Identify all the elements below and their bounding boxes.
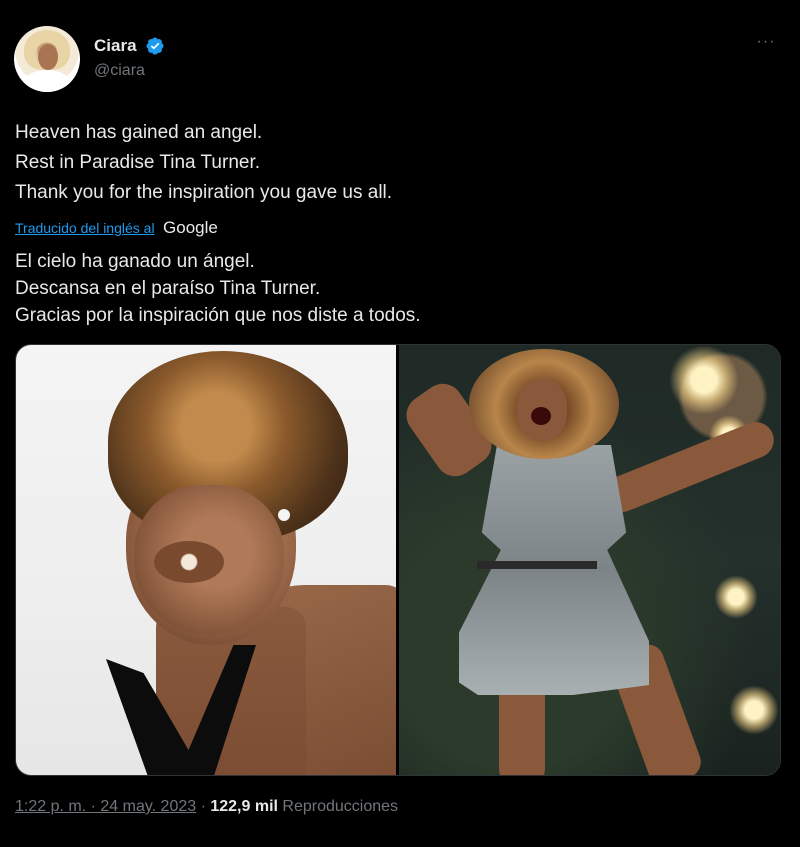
translated-text-line: Descansa en el paraíso Tina Turner. <box>15 278 321 299</box>
photo-shape <box>477 561 597 569</box>
translation-link[interactable]: Traducido del inglés al <box>15 220 155 236</box>
tweet-footer: 1:22 p. m. · 24 may. 2023 · 122,9 mil Re… <box>15 798 398 816</box>
translation-attribution: Traducido del inglés al Google <box>15 218 218 240</box>
avatar-body <box>22 70 72 92</box>
photo-shape <box>714 575 758 619</box>
author-block: Ciara @ciara <box>94 36 165 80</box>
author-handle[interactable]: @ciara <box>94 62 165 80</box>
tweet-text-line: Heaven has gained an angel. <box>15 122 263 143</box>
more-options-icon[interactable]: ··· <box>754 34 778 50</box>
photo-1[interactable] <box>16 345 396 775</box>
photo-shape <box>278 509 290 521</box>
verified-badge-icon <box>146 37 164 55</box>
translated-text-line: Gracias por la inspiración que nos diste… <box>15 305 421 326</box>
views-count: 122,9 mil <box>210 798 278 815</box>
photo-2[interactable] <box>399 345 780 775</box>
translated-text-line: El cielo ha ganado un ángel. <box>15 251 255 272</box>
translation-provider: Google <box>163 218 218 237</box>
avatar-face <box>38 44 58 70</box>
timestamp-separator: · <box>86 798 101 815</box>
photo-shape <box>154 541 224 583</box>
avatar[interactable] <box>14 26 80 92</box>
tweet-text: Heaven has gained an angel. Rest in Para… <box>15 118 785 208</box>
tweet-text-line: Thank you for the inspiration you gave u… <box>15 182 393 203</box>
tweet-card: Ciara @ciara ··· Heaven has gained an an… <box>0 0 800 847</box>
timestamp-link[interactable]: 1:22 p. m. · 24 may. 2023 <box>15 798 196 815</box>
translated-text: El cielo ha ganado un ángel. Descansa en… <box>15 248 785 329</box>
timestamp-time: 1:22 p. m. <box>15 798 87 815</box>
photo-shape <box>729 685 779 735</box>
media-grid <box>15 344 781 776</box>
photo-shape <box>531 407 551 425</box>
tweet-text-line: Rest in Paradise Tina Turner. <box>15 152 261 173</box>
timestamp-date: 24 may. 2023 <box>100 798 197 815</box>
views-label: Reproducciones <box>282 798 399 815</box>
display-name[interactable]: Ciara <box>94 36 137 56</box>
photo-shape <box>669 345 739 415</box>
footer-separator: · <box>196 798 211 815</box>
photo-shape <box>598 416 780 518</box>
